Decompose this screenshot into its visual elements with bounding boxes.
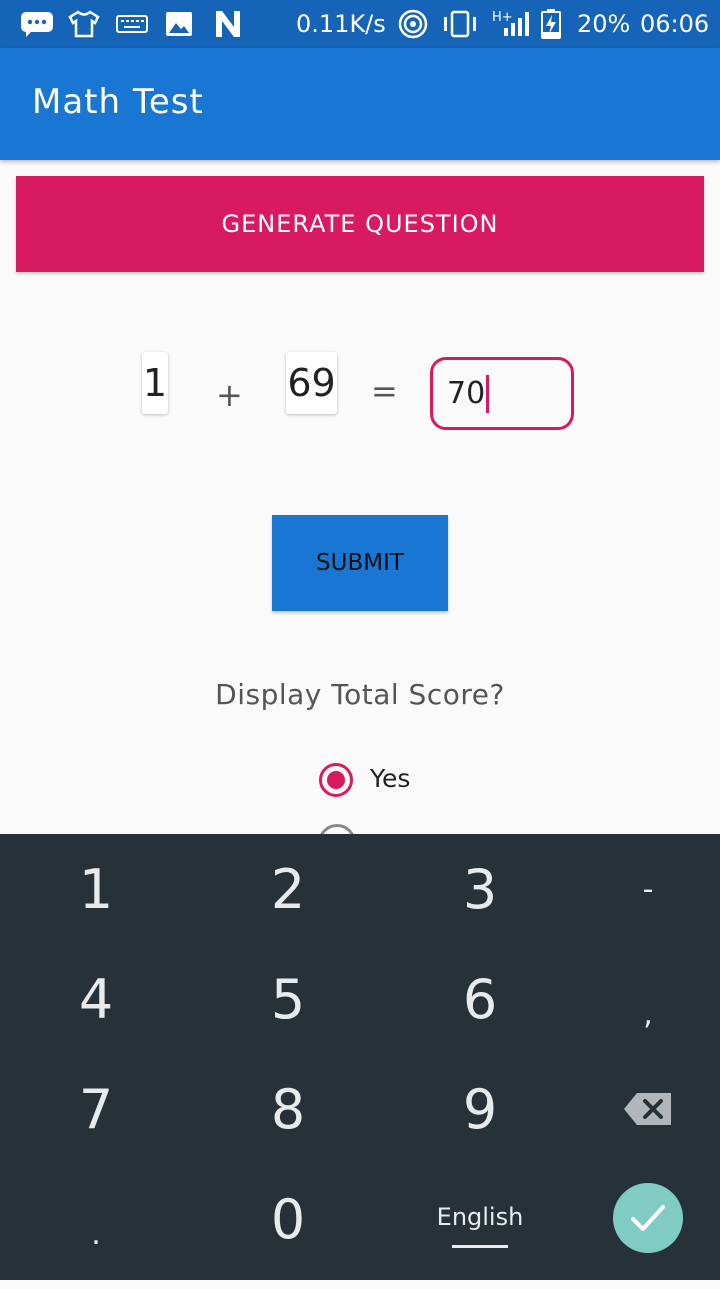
key-7[interactable]: 7 (6, 1054, 186, 1164)
key-comma[interactable]: , (558, 959, 720, 1069)
key-3[interactable]: 3 (390, 834, 570, 944)
text-cursor (486, 374, 490, 413)
operand-1: 1 (142, 352, 168, 414)
backspace-icon (624, 1093, 671, 1125)
key-4[interactable]: 4 (6, 944, 186, 1054)
enter-key[interactable] (613, 1183, 683, 1253)
radio-yes-label: Yes (370, 764, 411, 793)
status-bar: 0.11K/s H+ 20% 06:06 (0, 0, 720, 48)
key-2[interactable]: 2 (198, 834, 378, 944)
network-speed: 0.11K/s (296, 10, 386, 38)
battery-charging-icon (540, 9, 562, 39)
tshirt-icon (68, 10, 100, 38)
n-icon (212, 10, 244, 38)
key-minus[interactable]: - (558, 834, 720, 944)
numeric-keyboard: 1 2 3 - 4 5 6 , 7 8 9 . 0 English (0, 834, 720, 1280)
language-label: English (436, 1202, 524, 1231)
operator: + (216, 376, 243, 414)
vibrate-icon (440, 10, 480, 38)
messages-icon (20, 10, 54, 38)
answer-value: 70 (447, 376, 486, 411)
radio-yes[interactable] (319, 763, 353, 797)
checkmark-icon (631, 1205, 665, 1231)
key-backspace[interactable] (558, 1054, 720, 1164)
key-0[interactable]: 0 (198, 1164, 378, 1274)
key-9[interactable]: 9 (390, 1054, 570, 1164)
signal-icon (500, 10, 532, 38)
image-icon (164, 10, 194, 38)
key-5[interactable]: 5 (198, 944, 378, 1054)
key-1[interactable]: 1 (6, 834, 186, 944)
key-6[interactable]: 6 (390, 944, 570, 1054)
key-8[interactable]: 8 (198, 1054, 378, 1164)
clock: 06:06 (640, 10, 710, 38)
equals-sign: = (371, 372, 398, 410)
app-title: Math Test (32, 82, 204, 122)
answer-input[interactable]: 70 (430, 357, 574, 430)
language-key[interactable]: English (390, 1170, 570, 1280)
operand-2: 69 (286, 352, 337, 414)
language-underline (452, 1244, 508, 1248)
hotspot-icon (398, 9, 428, 39)
app-bar: Math Test (0, 48, 720, 160)
keyboard-icon (116, 10, 148, 38)
key-period[interactable]: . (6, 1179, 186, 1289)
submit-button[interactable]: SUBMIT (272, 515, 448, 611)
score-prompt: Display Total Score? (215, 678, 505, 711)
battery-percent: 20% (577, 10, 631, 38)
generate-question-button[interactable]: GENERATE QUESTION (16, 176, 704, 272)
